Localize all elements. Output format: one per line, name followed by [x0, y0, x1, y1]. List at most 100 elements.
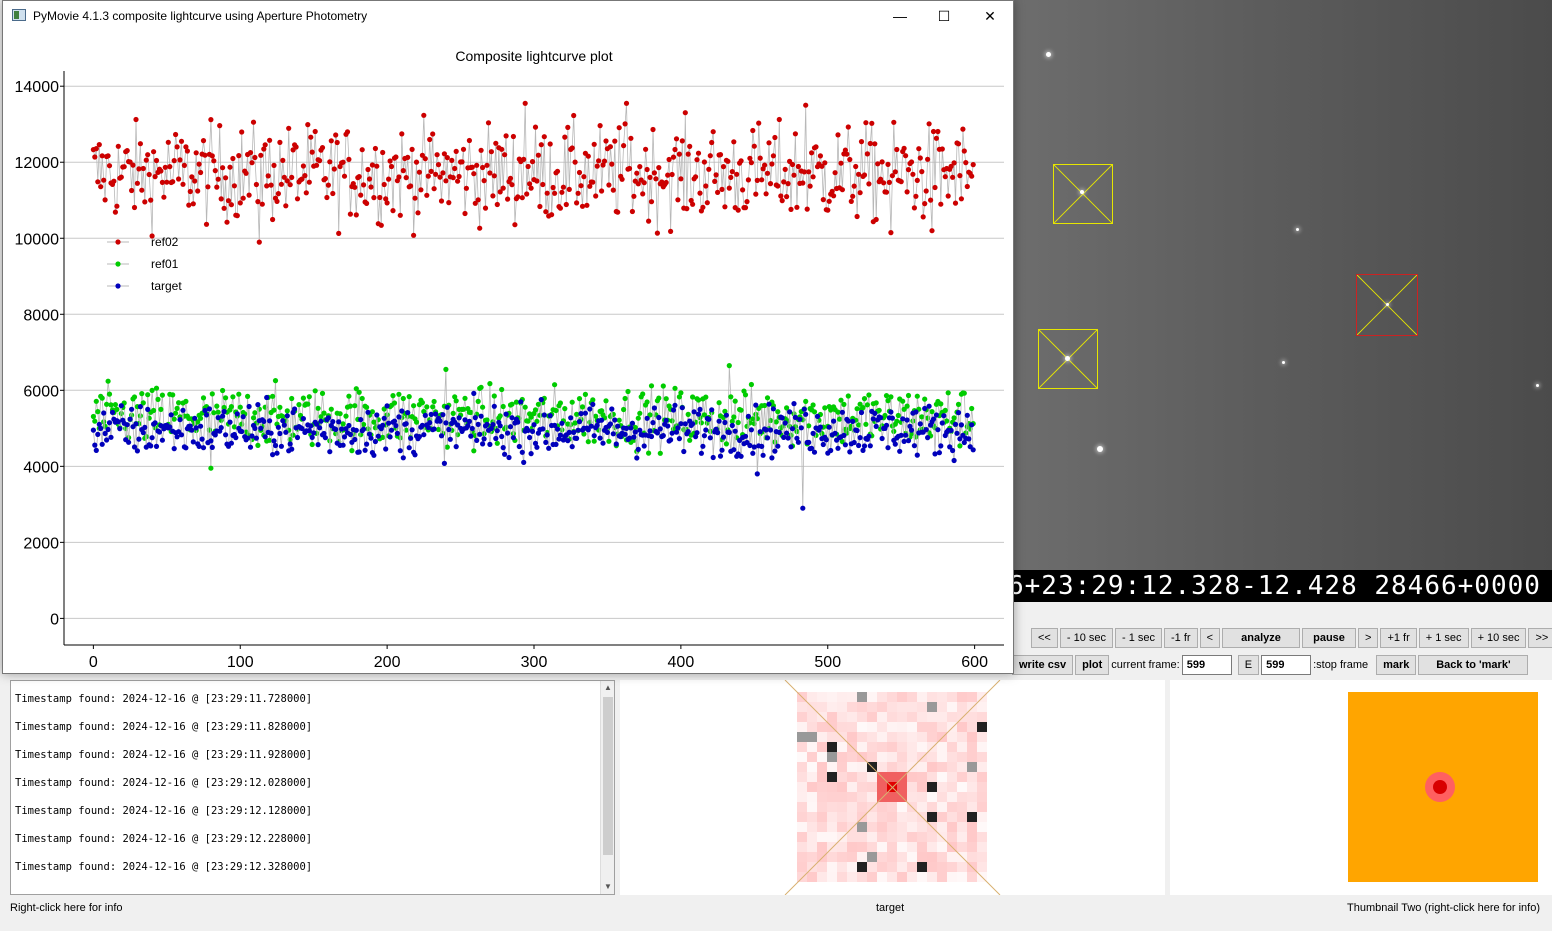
ref01-point: [895, 412, 901, 419]
ref01-point: [312, 388, 318, 394]
target-point: [129, 406, 135, 412]
forward-10-sec-button[interactable]: + 10 sec: [1470, 628, 1527, 648]
pixel: [917, 792, 927, 802]
pixel: [847, 782, 857, 792]
thumbnail-two[interactable]: [1170, 680, 1552, 895]
ref02-point: [140, 165, 146, 172]
pixel: [817, 742, 827, 752]
pixel: [887, 742, 897, 752]
target-point: [255, 402, 261, 408]
target-point: [911, 443, 918, 449]
analyze-button[interactable]: analyze: [1222, 628, 1301, 648]
scroll-thumb[interactable]: [603, 697, 613, 855]
back-1-frame-button[interactable]: -1 fr: [1164, 628, 1198, 648]
target-point: [626, 435, 633, 441]
close-icon[interactable]: ✕: [967, 1, 1013, 31]
ref02-point: [319, 145, 326, 151]
e-button[interactable]: E: [1237, 655, 1260, 675]
target-point: [631, 434, 637, 440]
ref02-point: [152, 174, 158, 180]
scroll-up-icon[interactable]: ▲: [601, 681, 614, 695]
target-point: [610, 431, 616, 437]
mark-button[interactable]: mark: [1376, 655, 1417, 675]
minimize-icon[interactable]: —: [877, 1, 923, 31]
target-point: [484, 421, 490, 427]
plot-button[interactable]: plot: [1075, 655, 1110, 675]
ref02-point: [910, 171, 916, 177]
target-point: [883, 422, 890, 428]
star: [1080, 190, 1084, 194]
status-left[interactable]: Right-click here for info: [10, 902, 123, 914]
target-point: [966, 436, 972, 442]
ref01-point: [359, 395, 365, 402]
pixel: [977, 722, 987, 732]
ref02-point: [538, 142, 544, 148]
target-point: [612, 417, 618, 423]
maximize-icon[interactable]: ☐: [921, 1, 967, 31]
pixel: [937, 692, 947, 702]
ref01-point: [888, 394, 894, 400]
ref01-point: [637, 410, 643, 416]
ref02-point: [641, 180, 647, 186]
target-point: [568, 415, 574, 421]
ref02-point: [615, 209, 621, 215]
ref02-point: [800, 180, 806, 186]
ref01-point: [750, 416, 756, 422]
stop-frame-field[interactable]: 599: [1261, 655, 1312, 675]
target-point: [340, 442, 346, 448]
ref-aperture-1[interactable]: [1053, 164, 1113, 224]
pixel: [837, 722, 847, 732]
back-button[interactable]: <: [1199, 628, 1221, 648]
scroll-down-icon[interactable]: ▼: [601, 880, 614, 894]
forward-fast-button[interactable]: >>: [1528, 628, 1552, 648]
pixel: [847, 842, 857, 852]
target-point: [95, 431, 101, 437]
forward-1-frame-button[interactable]: +1 fr: [1380, 628, 1417, 648]
ref02-point: [415, 210, 421, 216]
current-frame-field[interactable]: 599: [1181, 655, 1232, 675]
status-right[interactable]: Thumbnail Two (right-click here for info…: [1347, 902, 1540, 914]
back-1-sec-button[interactable]: - 1 sec: [1115, 628, 1163, 648]
ref02-point: [214, 184, 220, 190]
ref02-point: [932, 184, 938, 191]
pixel: [927, 802, 937, 812]
pixel: [977, 792, 987, 802]
legend-marker: [115, 283, 121, 289]
pause-button[interactable]: pause: [1302, 628, 1357, 648]
back-fast-button[interactable]: <<: [1031, 628, 1058, 648]
ref02-point: [810, 174, 816, 180]
target-point: [199, 436, 205, 442]
write-csv-button[interactable]: write csv: [1012, 655, 1074, 675]
back-10-sec-button[interactable]: - 10 sec: [1059, 628, 1113, 648]
target-point: [613, 441, 619, 447]
pixel: [877, 712, 887, 722]
pixel: [977, 832, 987, 842]
ref01-point: [277, 404, 283, 410]
target-point: [889, 415, 896, 421]
log-scrollbar[interactable]: ▲ ▼: [600, 681, 614, 894]
back-to-mark-button[interactable]: Back to 'mark': [1418, 655, 1529, 675]
pixel: [807, 802, 817, 812]
forward-1-sec-button[interactable]: + 1 sec: [1418, 628, 1469, 648]
title-bar[interactable]: PyMovie 4.1.3 composite lightcurve using…: [3, 1, 1013, 31]
target-point: [294, 434, 301, 441]
ref02-point: [231, 183, 237, 189]
thumbnail-one[interactable]: [620, 680, 1165, 895]
ref02-point: [599, 188, 605, 194]
pixel: [927, 742, 937, 752]
ref02-point: [764, 170, 771, 176]
info-log[interactable]: Timestamp found: 2024-12-16 @ [23:29:11.…: [10, 680, 615, 895]
target-point: [317, 425, 323, 431]
pixel: [937, 722, 947, 732]
lightcurve-chart[interactable]: Composite lightcurve plot020004000600080…: [3, 31, 1013, 673]
image-display[interactable]: 6+23:29:12.328-12.428 28466+0000 1: [1000, 0, 1552, 602]
ref02-point: [142, 199, 148, 205]
legend-marker: [115, 261, 121, 267]
ref02-point: [806, 169, 812, 175]
target-point: [412, 452, 418, 458]
pixel: [937, 862, 947, 872]
ref02-point: [217, 123, 223, 129]
target-point: [203, 412, 210, 418]
lightcurve-plot-window[interactable]: PyMovie 4.1.3 composite lightcurve using…: [2, 0, 1014, 674]
forward-button[interactable]: >: [1358, 628, 1379, 648]
